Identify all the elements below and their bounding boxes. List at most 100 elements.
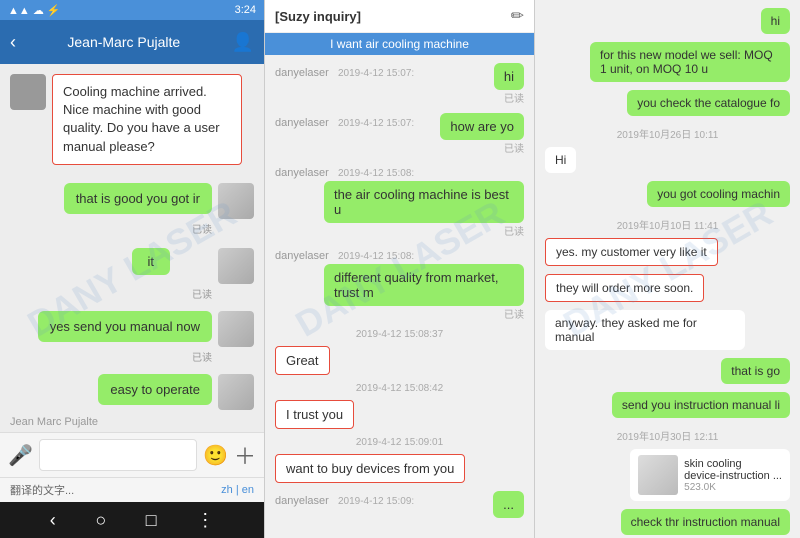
message-timestamp: 2019年10月10日 11:41 xyxy=(545,217,790,232)
message-time: 2019-4-12 15:08: xyxy=(338,168,414,179)
received-message-bubble: I trust you xyxy=(275,400,354,429)
avatar xyxy=(218,374,254,410)
sender-name: danyelaser 2019-4-12 15:07: xyxy=(275,67,414,79)
list-item: danyelaser 2019-4-12 15:08: the air cool… xyxy=(275,163,524,238)
list-item: that is go xyxy=(545,358,790,388)
list-item: check thr instruction manual xyxy=(545,509,790,538)
sender-name: danyelaser 2019-4-12 15:08: xyxy=(275,250,414,262)
sent-message-bubble: for this new model we sell: MOQ 1 unit, … xyxy=(590,42,790,82)
avatar xyxy=(218,311,254,347)
list-item: I trust you xyxy=(275,400,524,429)
edit-icon[interactable]: ✏ xyxy=(511,6,524,26)
received-message-bubble: Great xyxy=(275,346,330,375)
message-time: 2019-4-12 15:07: xyxy=(338,68,414,79)
back-icon[interactable]: ‹ xyxy=(10,32,16,53)
status-time: 3:24 xyxy=(235,4,256,16)
left-chat-panel: ▲▲ ☁ ⚡ 3:24 ‹ Jean-Marc Pujalte 👤 Coolin… xyxy=(0,0,265,538)
sent-message-bubble: check thr instruction manual xyxy=(621,509,790,535)
list-item: danyelaser 2019-4-12 15:08: different qu… xyxy=(275,246,524,321)
translate-bar: 翻译的文字... zh | en xyxy=(0,477,264,502)
list-item: danyelaser 2019-4-12 15:09: ... xyxy=(275,491,524,518)
list-item: you check the catalogue fo xyxy=(545,90,790,120)
list-item: you got cooling machin xyxy=(545,181,790,211)
bottom-input-area: 🎤 🙂 ＋ xyxy=(0,432,264,477)
list-item: anyway. they asked me for manual xyxy=(545,310,790,354)
received-message-bubble: anyway. they asked me for manual xyxy=(545,310,745,350)
list-item: send you instruction manual li xyxy=(545,392,790,422)
message-input[interactable] xyxy=(39,439,197,471)
status-icons: ▲▲ ☁ ⚡ xyxy=(8,4,61,17)
received-message-bubble: Cooling machine arrived. Nice machine wi… xyxy=(52,74,242,165)
sent-message-bubble: that is go xyxy=(721,358,790,384)
add-icon[interactable]: ＋ xyxy=(234,439,256,471)
list-item: want to buy devices from you xyxy=(275,454,524,483)
list-item: Hi xyxy=(545,147,790,177)
message-timestamp: 2019年10月30日 12:11 xyxy=(545,428,790,443)
home-nav-icon[interactable]: ○ xyxy=(95,510,106,531)
status-bar: ▲▲ ☁ ⚡ 3:24 xyxy=(0,0,264,20)
back-nav-icon[interactable]: ‹ xyxy=(50,510,56,531)
list-item: skin coolingdevice-instruction ... 523.0… xyxy=(545,449,790,505)
message-timestamp: 2019年10月26日 10:11 xyxy=(545,126,790,141)
middle-header: [Suzy inquiry] ✏ xyxy=(265,0,534,33)
right-chat-panel: hi for this new model we sell: MOQ 1 uni… xyxy=(535,0,800,538)
avatar xyxy=(218,248,254,284)
lang-toggle[interactable]: zh | en xyxy=(221,484,254,496)
list-item: they will order more soon. xyxy=(545,274,790,306)
sent-message-bubble: yes send you manual now xyxy=(38,311,212,342)
list-item: it 已读 xyxy=(10,248,254,305)
received-message-bubble: Hi xyxy=(545,147,576,173)
list-item: yes. my customer very like it xyxy=(545,238,790,270)
sent-message-bubble: hi xyxy=(494,63,524,90)
voice-icon[interactable]: 🎤 xyxy=(8,443,33,468)
sent-message-bubble: you got cooling machin xyxy=(647,181,790,207)
sent-message-bubble: that is good you got ir xyxy=(64,183,212,214)
file-info: skin coolingdevice-instruction ... 523.0… xyxy=(684,458,782,493)
contact-label: Jean Marc Pujalte xyxy=(10,416,254,428)
emoji-icon[interactable]: 🙂 xyxy=(203,443,228,468)
message-time: 2019-4-12 15:08: xyxy=(338,251,414,262)
message-timestamp: 2019-4-12 15:08:37 xyxy=(275,329,524,340)
read-status: 已读 xyxy=(192,349,212,364)
file-thumbnail xyxy=(638,455,678,495)
sent-message-bubble: send you instruction manual li xyxy=(612,392,790,418)
list-item: hi xyxy=(545,8,790,38)
sender-name: danyelaser 2019-4-12 15:09: xyxy=(275,495,414,507)
sender-name: danyelaser 2019-4-12 15:08: xyxy=(275,167,414,179)
list-item: yes send you manual now 已读 xyxy=(10,311,254,368)
inquiry-bar: I want air cooling machine xyxy=(265,33,534,55)
sent-message-bubble: how are yo xyxy=(440,113,524,140)
avatar xyxy=(10,74,46,110)
list-item: danyelaser 2019-4-12 15:07: how are yo 已… xyxy=(275,113,524,155)
read-status: 已读 xyxy=(504,140,524,155)
read-status: 已读 xyxy=(504,90,524,105)
left-messages-area: Cooling machine arrived. Nice machine wi… xyxy=(0,64,264,432)
message-timestamp: 2019-4-12 15:08:42 xyxy=(275,383,524,394)
list-item: danyelaser 2019-4-12 15:07: hi 已读 xyxy=(275,63,524,105)
sent-message-bubble: different quality from market, trust m xyxy=(324,264,524,306)
profile-icon[interactable]: 👤 xyxy=(232,32,254,53)
file-attachment-card[interactable]: skin coolingdevice-instruction ... 523.0… xyxy=(630,449,790,501)
avatar xyxy=(218,183,254,219)
sent-message-bubble: ... xyxy=(493,491,524,518)
recents-nav-icon[interactable]: □ xyxy=(146,510,157,531)
right-messages-area: hi for this new model we sell: MOQ 1 uni… xyxy=(535,0,800,538)
list-item: Great xyxy=(275,346,524,375)
middle-chat-panel: [Suzy inquiry] ✏ I want air cooling mach… xyxy=(265,0,535,538)
received-message-bubble: they will order more soon. xyxy=(545,274,704,302)
read-status: 已读 xyxy=(504,306,524,321)
read-status: 已读 xyxy=(192,221,212,236)
menu-nav-icon[interactable]: ⋮ xyxy=(196,510,214,531)
read-status: 已读 xyxy=(504,223,524,238)
message-time: 2019-4-12 15:07: xyxy=(338,118,414,129)
contact-name: Jean-Marc Pujalte xyxy=(67,34,180,50)
middle-messages-area: danyelaser 2019-4-12 15:07: hi 已读 danyel… xyxy=(265,55,534,538)
inquiry-text: I want air cooling machine xyxy=(330,37,469,51)
sent-message-bubble: it xyxy=(132,248,171,275)
received-message-bubble: want to buy devices from you xyxy=(275,454,465,483)
received-message-bubble: yes. my customer very like it xyxy=(545,238,718,266)
sent-message-bubble: the air cooling machine is best u xyxy=(324,181,524,223)
sent-message-bubble: you check the catalogue fo xyxy=(627,90,790,116)
file-name: skin coolingdevice-instruction ... xyxy=(684,458,782,482)
list-item: for this new model we sell: MOQ 1 unit, … xyxy=(545,42,790,86)
